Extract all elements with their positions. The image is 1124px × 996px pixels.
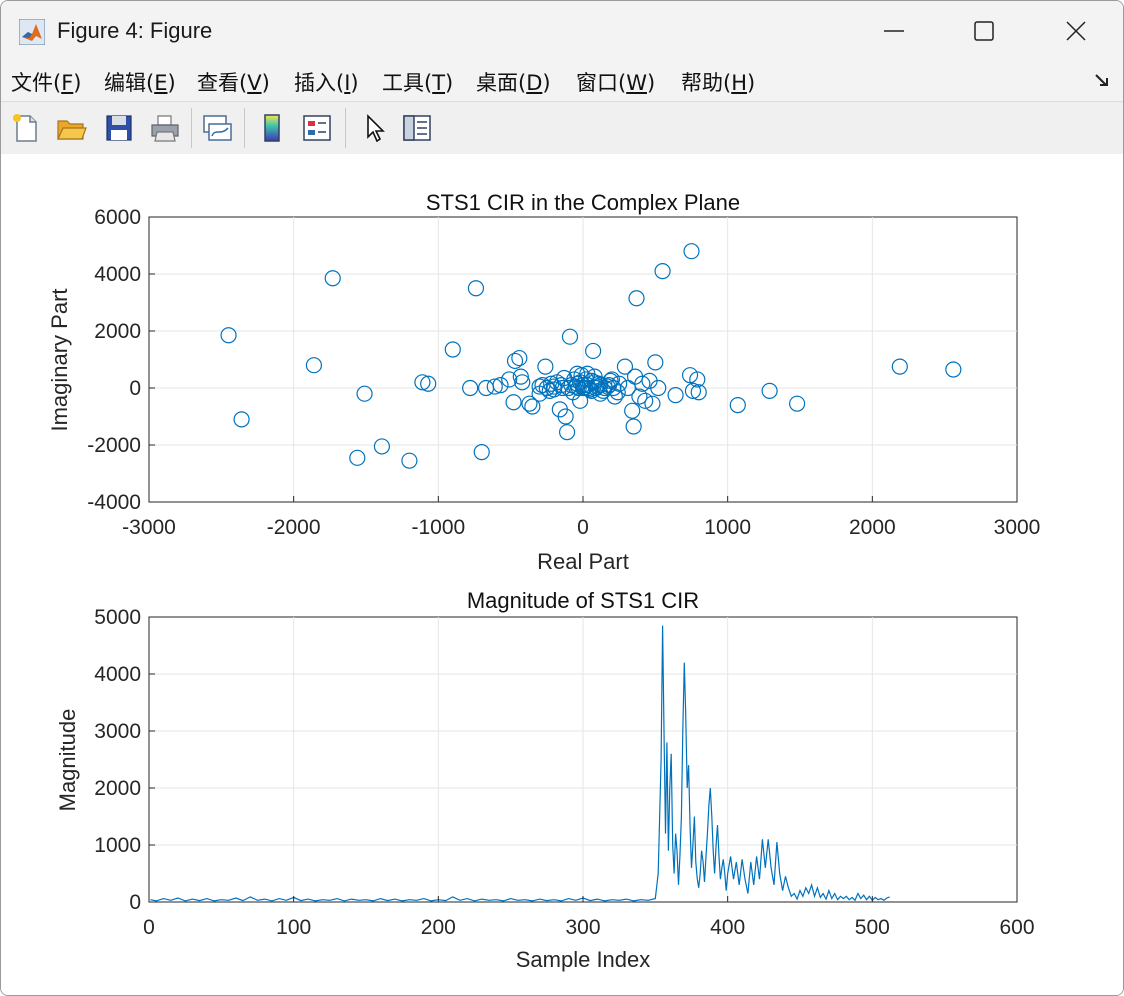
magnitude-y-ticks: 5000 4000 3000 2000 1000 0	[94, 606, 155, 914]
menu-insert[interactable]: 插入(I)	[294, 67, 359, 97]
y-tick-label: 4000	[94, 663, 141, 686]
scatter-axes[interactable]: -3000 -2000 -1000 0 1000 2000 3000 6000 4000 200…	[47, 190, 1040, 574]
y-tick-label: 5000	[94, 606, 141, 629]
menu-tools[interactable]: 工具(T)	[382, 67, 453, 97]
link-plot-icon	[203, 115, 232, 141]
toolbar-separator	[244, 108, 245, 148]
menu-bar: 文件(F) 编辑(E) 查看(V) 插入(I) 工具(T) 桌面(D) 窗口(W…	[1, 61, 1123, 101]
y-tick-label: 6000	[94, 206, 141, 229]
y-tick-label: 0	[129, 891, 141, 914]
x-tick-label: 100	[276, 916, 311, 939]
magnitude-title: Magnitude of STS1 CIR	[467, 588, 699, 613]
toolbar	[1, 101, 1123, 155]
x-tick-label: 200	[421, 916, 456, 939]
x-tick-label: -3000	[122, 516, 176, 539]
x-tick-label: 500	[855, 916, 890, 939]
menu-edit[interactable]: 编辑(E)	[104, 67, 176, 97]
x-tick-label: 600	[999, 916, 1034, 939]
scatter-y-label: Imaginary Part	[47, 288, 72, 431]
dock-arrow-icon[interactable]	[1093, 71, 1111, 89]
property-inspector-icon	[403, 115, 431, 141]
menu-window[interactable]: 窗口(W)	[576, 67, 655, 97]
window-title: Figure 4: Figure	[57, 18, 213, 43]
figure-plots: -3000 -2000 -1000 0 1000 2000 3000 60004000200…	[47, 190, 1040, 972]
y-tick-label: 3000	[94, 720, 141, 743]
x-tick-label: 0	[577, 516, 589, 539]
figure-canvas: -3000 -2000 -1000 0 1000 2000 3000 6000 4000 200…	[1, 154, 1123, 995]
legend-icon	[303, 115, 331, 141]
menu-help[interactable]: 帮助(H)	[681, 67, 755, 97]
y-tick-label: -4000	[87, 491, 141, 514]
scatter-x-label: Real Part	[537, 549, 629, 574]
x-tick-label: 400	[710, 916, 745, 939]
pointer-button[interactable]	[357, 110, 393, 146]
y-tick-label: 0	[129, 377, 141, 400]
y-tick-label: 1000	[94, 834, 141, 857]
property-inspector-button[interactable]	[399, 110, 435, 146]
x-tick-label: -1000	[411, 516, 465, 539]
close-icon	[1066, 21, 1086, 41]
y-tick-label: 2000	[94, 777, 141, 800]
x-tick-label: 300	[565, 916, 600, 939]
print-button[interactable]	[147, 110, 183, 146]
magnitude-axes[interactable]: 0 100 200 300 400 500 600 5000 4000 3000 2000 1000…	[55, 588, 1035, 972]
title-bar[interactable]: Figure 4: Figure	[1, 1, 1123, 61]
minimize-icon	[884, 30, 904, 32]
x-tick-label: 2000	[849, 516, 896, 539]
maximize-button[interactable]	[939, 1, 1029, 61]
save-button[interactable]	[101, 110, 137, 146]
open-file-icon	[57, 120, 87, 140]
colorbar-icon	[264, 114, 280, 142]
y-tick-label: 2000	[94, 320, 141, 343]
figure-window: Figure 4: Figure 文件(F) 编辑(E) 查看(V) 插入(I)…	[0, 0, 1124, 996]
magnitude-x-label: Sample Index	[516, 947, 651, 972]
menu-file[interactable]: 文件(F)	[11, 67, 82, 97]
maximize-icon	[974, 21, 994, 41]
open-file-button[interactable]	[53, 110, 89, 146]
print-icon	[151, 115, 179, 142]
pointer-icon	[367, 114, 385, 143]
matlab-logo-icon	[19, 19, 45, 45]
close-button[interactable]	[1031, 1, 1121, 61]
link-plot-button[interactable]	[199, 110, 235, 146]
scatter-y-ticks: 6000 4000 2000 0 -2000 -4000	[87, 206, 155, 514]
x-tick-label: -2000	[267, 516, 321, 539]
scatter-title: STS1 CIR in the Complex Plane	[426, 190, 740, 215]
magnitude-y-label: Magnitude	[55, 709, 80, 812]
minimize-button[interactable]	[849, 1, 939, 61]
toolbar-separator	[345, 108, 346, 148]
menu-desktop[interactable]: 桌面(D)	[476, 67, 551, 97]
new-figure-icon	[13, 114, 37, 142]
x-tick-label: 3000	[994, 516, 1041, 539]
menu-view[interactable]: 查看(V)	[197, 67, 270, 97]
toolbar-separator	[191, 108, 192, 148]
new-figure-button[interactable]	[7, 110, 43, 146]
legend-button[interactable]	[299, 110, 335, 146]
colorbar-button[interactable]	[254, 110, 290, 146]
x-tick-label: 0	[143, 916, 155, 939]
y-tick-label: 4000	[94, 263, 141, 286]
x-tick-label: 1000	[704, 516, 751, 539]
y-tick-label: -2000	[87, 434, 141, 457]
save-icon	[106, 115, 132, 141]
